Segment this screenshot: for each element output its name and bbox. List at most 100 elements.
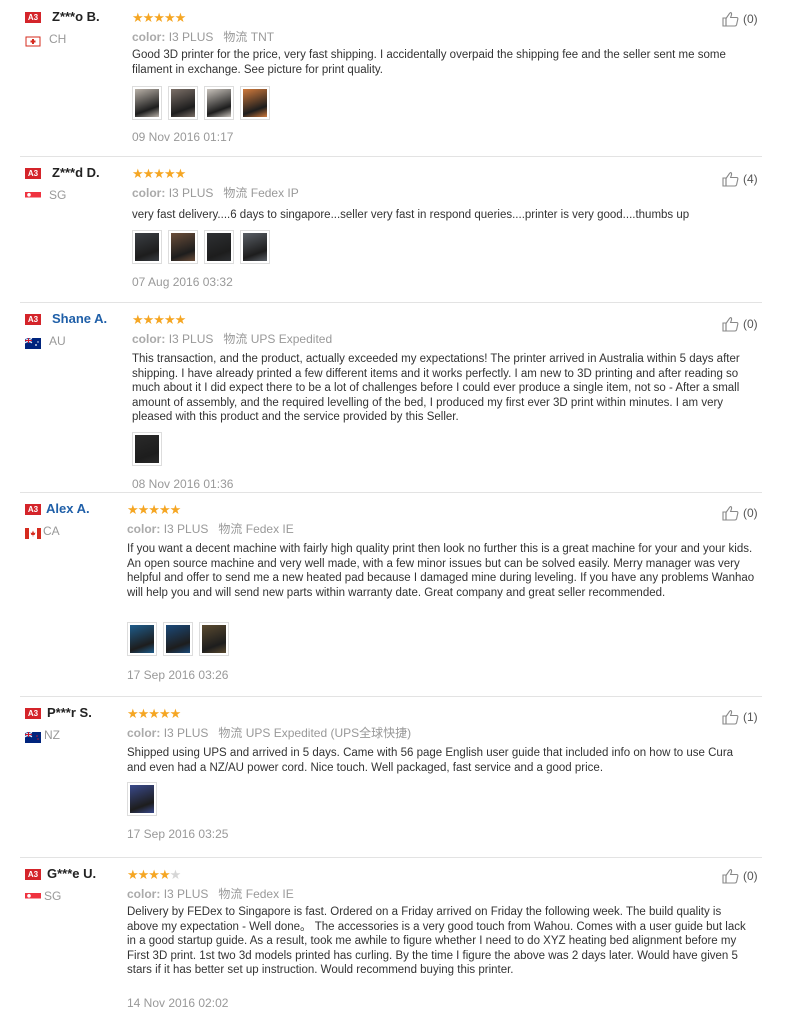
review-photo-thumbnail[interactable]: [168, 86, 198, 120]
review-date: 07 Aug 2016 03:32: [132, 275, 233, 289]
thumbs-up-icon: [722, 709, 740, 725]
like-count: (0): [743, 317, 758, 331]
review-photo-thumbnail[interactable]: [204, 86, 234, 120]
shipping-method: Fedex IE: [245, 522, 294, 536]
color-value: I3 PLUS: [163, 522, 209, 536]
reviewer-name: Z***o B.: [52, 9, 100, 24]
country-flag-icon: [25, 34, 41, 47]
review-photo-thumbnail[interactable]: [127, 782, 157, 816]
logistics-label: 物流: [218, 726, 243, 740]
review-photo-thumbnail[interactable]: [163, 622, 193, 656]
review-text: Shipped using UPS and arrived in 5 days.…: [127, 747, 734, 774]
thumbs-up-icon: [722, 316, 740, 332]
star-rating: ★★★★★: [132, 10, 186, 25]
review-photo-thumbnail[interactable]: [240, 86, 270, 120]
reviewer-country: AU: [49, 334, 66, 348]
buyer-level-badge: A3: [25, 314, 41, 325]
review-photos: [127, 782, 157, 816]
review-photo-thumbnail[interactable]: [132, 230, 162, 264]
country-flag-icon: [25, 891, 41, 904]
like-count: (0): [743, 506, 758, 520]
review-date: 14 Nov 2016 02:02: [127, 996, 229, 1010]
helpful-like-button[interactable]: (1): [722, 709, 758, 725]
color-label: color:: [132, 186, 166, 200]
shipping-method: UPS Expedited: [250, 332, 333, 346]
order-meta: color: I3 PLUS 物流 Fedex IE: [127, 520, 294, 537]
review-photo-thumbnail[interactable]: [204, 230, 234, 264]
review-date: 17 Sep 2016 03:26: [127, 668, 229, 682]
reviewer-country: NZ: [44, 728, 60, 742]
review-card: A3 Z***o B. CH ★★★★★ color: I3 PLUS 物流 TNT Goo…: [0, 0, 800, 156]
thumbs-up-icon: [722, 868, 740, 884]
review-card: A3 Shane A. AU ★★★★★ color: I3 PLUS 物流 UPS Ex…: [0, 302, 800, 492]
order-meta: color: I3 PLUS 物流 UPS Expedited (UPS全球快捷): [127, 724, 411, 741]
review-text: If you want a decent machine with fairly…: [127, 543, 755, 599]
color-value: I3 PLUS: [163, 887, 209, 901]
buyer-level-badge: A3: [25, 12, 41, 23]
review-photo-thumbnail[interactable]: [240, 230, 270, 264]
helpful-like-button[interactable]: (0): [722, 316, 758, 332]
order-meta: color: I3 PLUS 物流 Fedex IE: [127, 885, 294, 902]
reviewer-name: G***e U.: [47, 866, 97, 881]
star-rating: ★★★★★: [127, 706, 181, 721]
color-label: color:: [132, 30, 166, 44]
buyer-level-badge: A3: [25, 869, 41, 880]
review-photo-thumbnail[interactable]: [199, 622, 229, 656]
color-value: I3 PLUS: [163, 726, 209, 740]
reviewer-country: SG: [44, 889, 62, 903]
shipping-method: Fedex IP: [250, 186, 299, 200]
country-flag-icon: [25, 190, 41, 203]
order-meta: color: I3 PLUS 物流 Fedex IP: [132, 184, 299, 201]
review-photos: [132, 432, 162, 466]
buyer-level-badge: A3: [25, 708, 41, 719]
review-photos: [127, 622, 229, 656]
logistics-label: 物流: [218, 887, 243, 901]
review-photos: [132, 86, 270, 120]
color-label: color:: [127, 522, 161, 536]
color-label: color:: [132, 332, 166, 346]
review-photo-thumbnail[interactable]: [132, 86, 162, 120]
color-label: color:: [127, 726, 161, 740]
star-rating: ★★★★★: [132, 166, 186, 181]
country-flag-icon: [25, 526, 41, 539]
review-date: 08 Nov 2016 01:36: [132, 477, 234, 491]
review-text: This transaction, and the product, actua…: [132, 353, 740, 424]
helpful-like-button[interactable]: (4): [722, 171, 758, 187]
reviewer-name[interactable]: Shane A.: [52, 311, 107, 326]
review-photo-thumbnail[interactable]: [132, 432, 162, 466]
reviewer-name: P***r S.: [47, 705, 92, 720]
color-value: I3 PLUS: [168, 186, 214, 200]
like-count: (4): [743, 172, 758, 186]
review-photo-thumbnail[interactable]: [127, 622, 157, 656]
reviewer-name: Z***d D.: [52, 165, 100, 180]
logistics-label: 物流: [223, 30, 248, 44]
review-text: Good 3D printer for the price, very fast…: [132, 49, 726, 76]
like-count: (0): [743, 869, 758, 883]
reviewer-name[interactable]: Alex A.: [46, 501, 90, 516]
review-photo-thumbnail[interactable]: [168, 230, 198, 264]
thumbs-up-icon: [722, 505, 740, 521]
review-card: A3 P***r S. NZ ★★★★★ color: I3 PLUS 物流 UPS Ex…: [0, 696, 800, 857]
order-meta: color: I3 PLUS 物流 UPS Expedited: [132, 330, 332, 347]
helpful-like-button[interactable]: (0): [722, 11, 758, 27]
shipping-method: Fedex IE: [245, 887, 294, 901]
like-count: (0): [743, 12, 758, 26]
helpful-like-button[interactable]: (0): [722, 505, 758, 521]
color-value: I3 PLUS: [168, 332, 214, 346]
color-value: I3 PLUS: [168, 30, 214, 44]
color-label: color:: [127, 887, 161, 901]
review-text: Delivery by FEDex to Singapore is fast. …: [127, 906, 746, 977]
like-count: (1): [743, 710, 758, 724]
review-card: A3 G***e U. SG ★★★★★ color: I3 PLUS 物流 Fedex …: [0, 857, 800, 1023]
star-rating: ★★★★★: [127, 502, 181, 517]
buyer-level-badge: A3: [25, 504, 41, 515]
buyer-level-badge: A3: [25, 168, 41, 179]
order-meta: color: I3 PLUS 物流 TNT: [132, 28, 274, 45]
review-date: 09 Nov 2016 01:17: [132, 130, 234, 144]
country-flag-icon: [24, 336, 41, 349]
thumbs-up-icon: [722, 11, 740, 27]
reviewer-country: CH: [49, 32, 67, 46]
star-rating: ★★★★★: [132, 312, 186, 327]
helpful-like-button[interactable]: (0): [722, 868, 758, 884]
thumbs-up-icon: [722, 171, 740, 187]
